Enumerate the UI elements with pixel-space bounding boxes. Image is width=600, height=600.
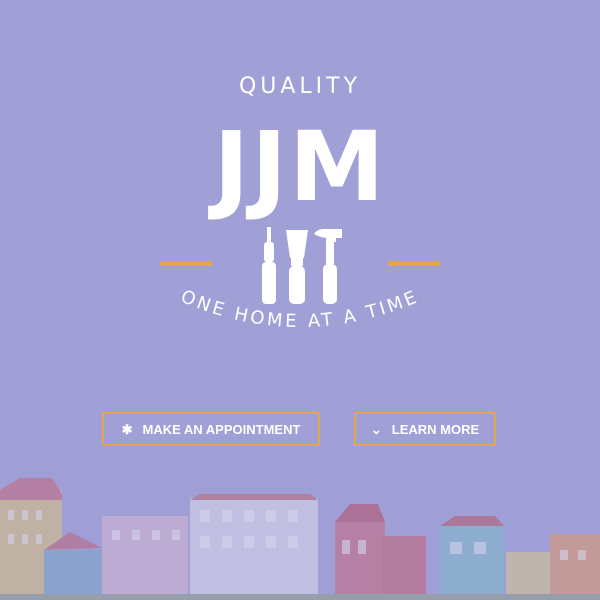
right-accent-line	[388, 261, 440, 266]
asterisk-icon: ✱	[121, 421, 133, 437]
putty-knife-icon	[286, 230, 308, 304]
townscape-image	[0, 470, 600, 600]
left-accent-line	[160, 261, 212, 266]
hammer-icon	[314, 228, 342, 304]
learn-more-label: LEARN MORE	[391, 421, 480, 437]
make-appointment-label: MAKE AN APPOINTMENT	[142, 421, 301, 437]
make-appointment-button[interactable]: ✱ MAKE AN APPOINTMENT	[102, 412, 320, 446]
hero-section: QUALITY JJM ONE HOME AT A TIME ✱ MAKE AN…	[0, 0, 600, 600]
brand-logo-text: JJM	[213, 111, 387, 223]
hero-eyebrow: QUALITY	[238, 74, 362, 99]
screwdriver-icon	[262, 227, 276, 304]
chevron-down-icon: ⌄	[370, 421, 382, 437]
learn-more-button[interactable]: ⌄ LEARN MORE	[354, 412, 496, 446]
tools-emblem: ONE HOME AT A TIME	[160, 227, 440, 332]
